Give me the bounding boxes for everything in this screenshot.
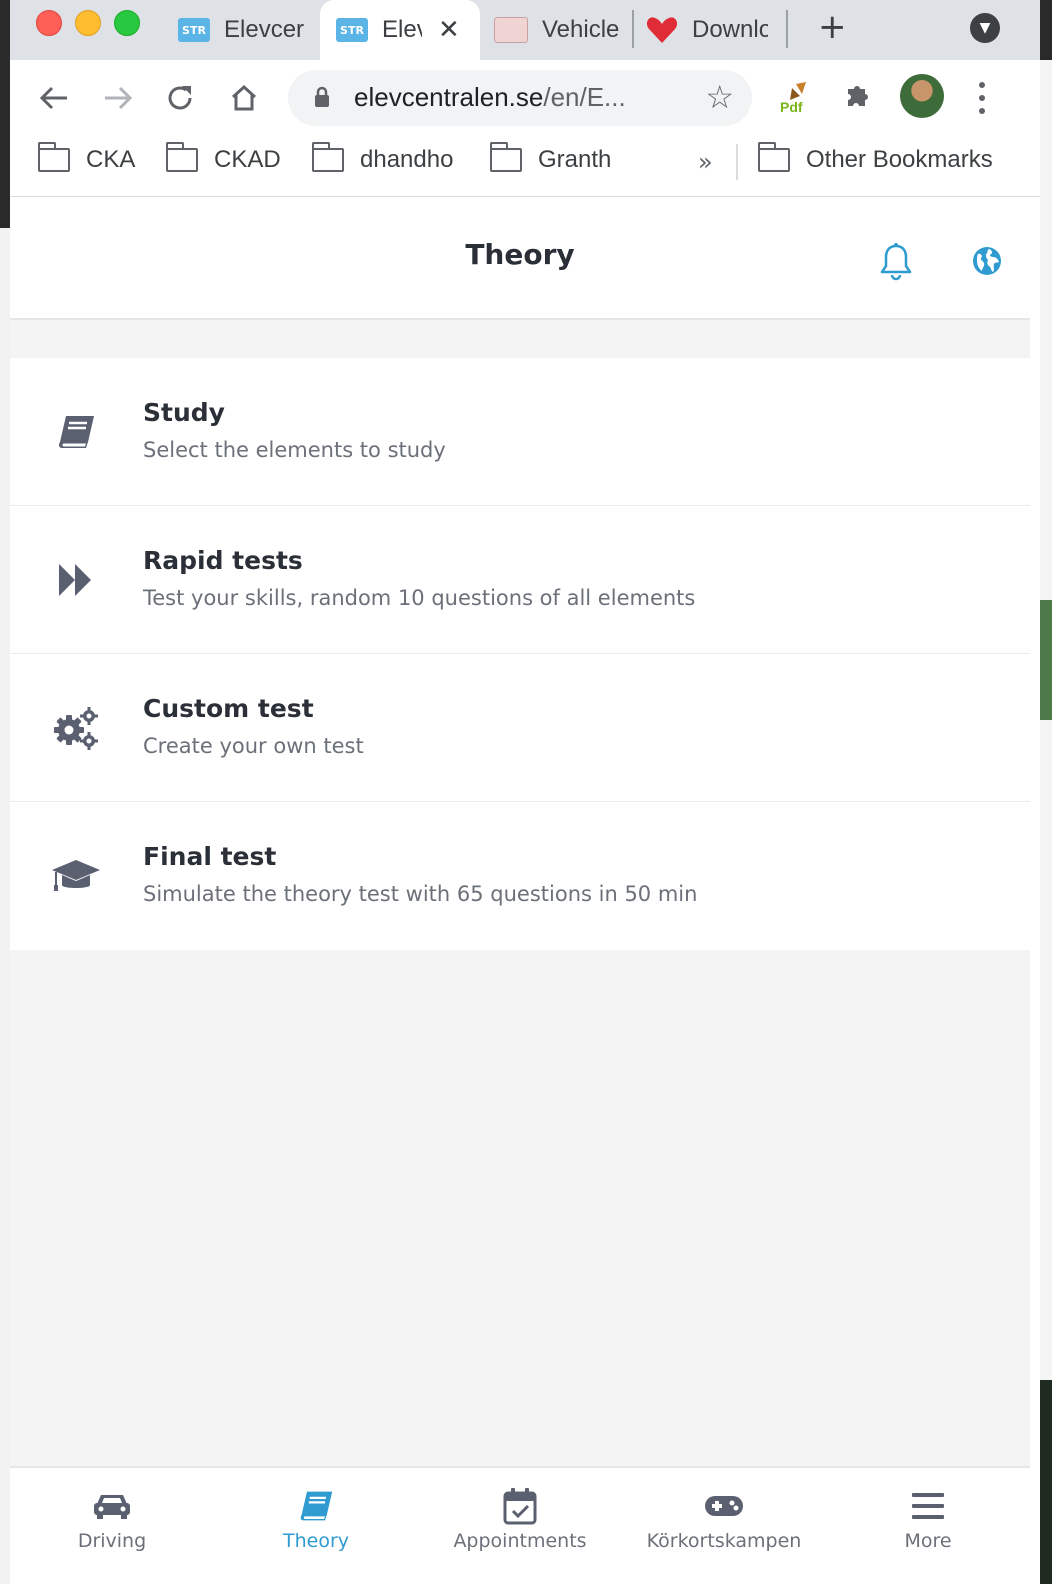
heart-favicon: [646, 17, 678, 43]
globe-icon[interactable]: [972, 246, 1002, 276]
pdf-extension-icon[interactable]: Pdf: [776, 80, 812, 116]
folder-icon: [37, 142, 70, 172]
tab-search-button[interactable]: ▼: [970, 13, 1000, 43]
new-tab-button[interactable]: +: [818, 10, 847, 44]
nav-driving[interactable]: Driving: [10, 1468, 214, 1584]
tab-title: Elev: [382, 16, 422, 43]
tab-download[interactable]: Downlo: [646, 0, 786, 60]
menu-item-final-test[interactable]: Final test Simulate the theory test with…: [10, 802, 1030, 950]
svg-text:Pdf: Pdf: [780, 99, 803, 115]
close-window-button[interactable]: [36, 10, 62, 36]
browser-menu-icon[interactable]: [972, 78, 992, 118]
bookmark-star-icon[interactable]: ☆: [705, 78, 734, 116]
menu-item-custom-test[interactable]: Custom test Create your own test: [10, 654, 1030, 802]
close-tab-icon[interactable]: ✕: [438, 15, 460, 45]
bookmark-folder-cka[interactable]: CKA: [37, 142, 136, 174]
nav-label: More: [904, 1530, 952, 1552]
book-icon: [50, 408, 102, 456]
car-icon: [10, 1486, 214, 1526]
lock-icon: [315, 86, 329, 107]
folder-icon: [489, 142, 522, 172]
str-favicon: STR: [178, 18, 210, 42]
background-window-right: [1040, 60, 1052, 1584]
reload-icon[interactable]: [160, 78, 200, 118]
theory-menu-list: Study Select the elements to study Rapid…: [10, 358, 1030, 950]
bookmarks-overflow-button[interactable]: »: [698, 148, 713, 176]
bookmark-label: Granth: [538, 146, 612, 173]
folder-icon: [165, 142, 198, 172]
bottom-navigation: Driving Theory Appointments Körkortskamp…: [10, 1466, 1030, 1584]
profile-avatar[interactable]: [900, 74, 944, 118]
extensions-icon[interactable]: [844, 80, 874, 118]
main-content: Study Select the elements to study Rapid…: [10, 320, 1030, 1466]
menu-item-title: Rapid tests: [143, 546, 303, 575]
tab-title: Elevcer: [224, 16, 304, 43]
fast-forward-icon: [50, 556, 102, 604]
menu-item-subtitle: Test your skills, random 10 questions of…: [143, 586, 696, 610]
tab-elevcentralen-1[interactable]: STR Elevcer: [178, 0, 308, 60]
nav-korkortskampen[interactable]: Körkortskampen: [622, 1468, 826, 1584]
address-bar[interactable]: elevcentralen.se/en/E... ☆: [288, 70, 752, 126]
folder-icon: [311, 142, 344, 172]
background-image-strip: [1040, 600, 1052, 720]
background-window-left: [0, 228, 10, 1584]
bookmark-folder-dhandho[interactable]: dhandho: [311, 142, 454, 174]
bookmark-label: dhandho: [360, 146, 454, 173]
tab-strip: STR Elevcer STR Elev ✕ Vehicle Downlo + …: [10, 0, 1040, 60]
tab-title: Downlo: [692, 16, 768, 43]
back-icon[interactable]: [34, 78, 74, 118]
menu-icon: [826, 1486, 1030, 1526]
folder-icon: [757, 142, 790, 172]
menu-item-study[interactable]: Study Select the elements to study: [10, 358, 1030, 506]
str-favicon: STR: [336, 18, 368, 42]
tab-vehicle[interactable]: Vehicle: [494, 0, 634, 60]
nav-more[interactable]: More: [826, 1468, 1030, 1584]
bookmarks-separator: [736, 144, 738, 180]
menu-item-subtitle: Select the elements to study: [143, 438, 446, 462]
bookmark-label: Other Bookmarks: [806, 146, 993, 173]
menu-item-title: Custom test: [143, 694, 314, 723]
nav-label: Theory: [282, 1530, 350, 1552]
forward-icon[interactable]: [98, 78, 138, 118]
menu-item-subtitle: Create your own test: [143, 734, 364, 758]
bookmark-folder-granth[interactable]: Granth: [489, 142, 612, 174]
maximize-window-button[interactable]: [114, 10, 140, 36]
nav-appointments[interactable]: Appointments: [418, 1468, 622, 1584]
nav-theory[interactable]: Theory: [214, 1468, 418, 1584]
nav-label: Körkortskampen: [646, 1530, 802, 1552]
tab-separator: [632, 10, 634, 48]
nav-label: Appointments: [453, 1530, 587, 1552]
page-title: Theory: [465, 238, 575, 271]
calendar-check-icon: [418, 1486, 622, 1526]
other-bookmarks-folder[interactable]: Other Bookmarks: [757, 142, 993, 174]
menu-item-subtitle: Simulate the theory test with 65 questio…: [143, 882, 698, 906]
menu-item-title: Study: [143, 398, 225, 427]
license-favicon: [494, 17, 528, 43]
bookmark-label: CKA: [86, 146, 136, 173]
nav-label: Driving: [77, 1530, 147, 1552]
gamepad-icon: [622, 1486, 826, 1526]
tab-elevcentralen-active[interactable]: STR Elev ✕: [320, 0, 480, 60]
tab-separator: [786, 10, 788, 48]
menu-item-rapid-tests[interactable]: Rapid tests Test your skills, random 10 …: [10, 506, 1030, 654]
background-image-strip-dark: [1040, 1380, 1052, 1584]
tab-title: Vehicle: [542, 16, 620, 43]
bell-icon[interactable]: [878, 242, 914, 282]
browser-window: STR Elevcer STR Elev ✕ Vehicle Downlo + …: [10, 0, 1040, 1584]
menu-item-title: Final test: [143, 842, 277, 871]
book-icon: [214, 1486, 418, 1526]
url-path: /en/E...: [543, 82, 626, 112]
url-text: elevcentralen.se/en/E...: [354, 82, 626, 113]
app-header: Theory: [10, 198, 1030, 320]
gears-icon: [50, 704, 102, 752]
bookmark-label: CKAD: [214, 146, 281, 173]
minimize-window-button[interactable]: [75, 10, 101, 36]
graduation-cap-icon: [50, 852, 102, 900]
browser-toolbar: elevcentralen.se/en/E... ☆ Pdf: [10, 60, 1040, 134]
bookmarks-bar: CKA CKAD dhandho Granth » Other Bookmark…: [10, 134, 1040, 197]
bookmark-folder-ckad[interactable]: CKAD: [165, 142, 281, 174]
home-icon[interactable]: [224, 78, 264, 118]
url-domain: elevcentralen.se: [354, 82, 544, 112]
